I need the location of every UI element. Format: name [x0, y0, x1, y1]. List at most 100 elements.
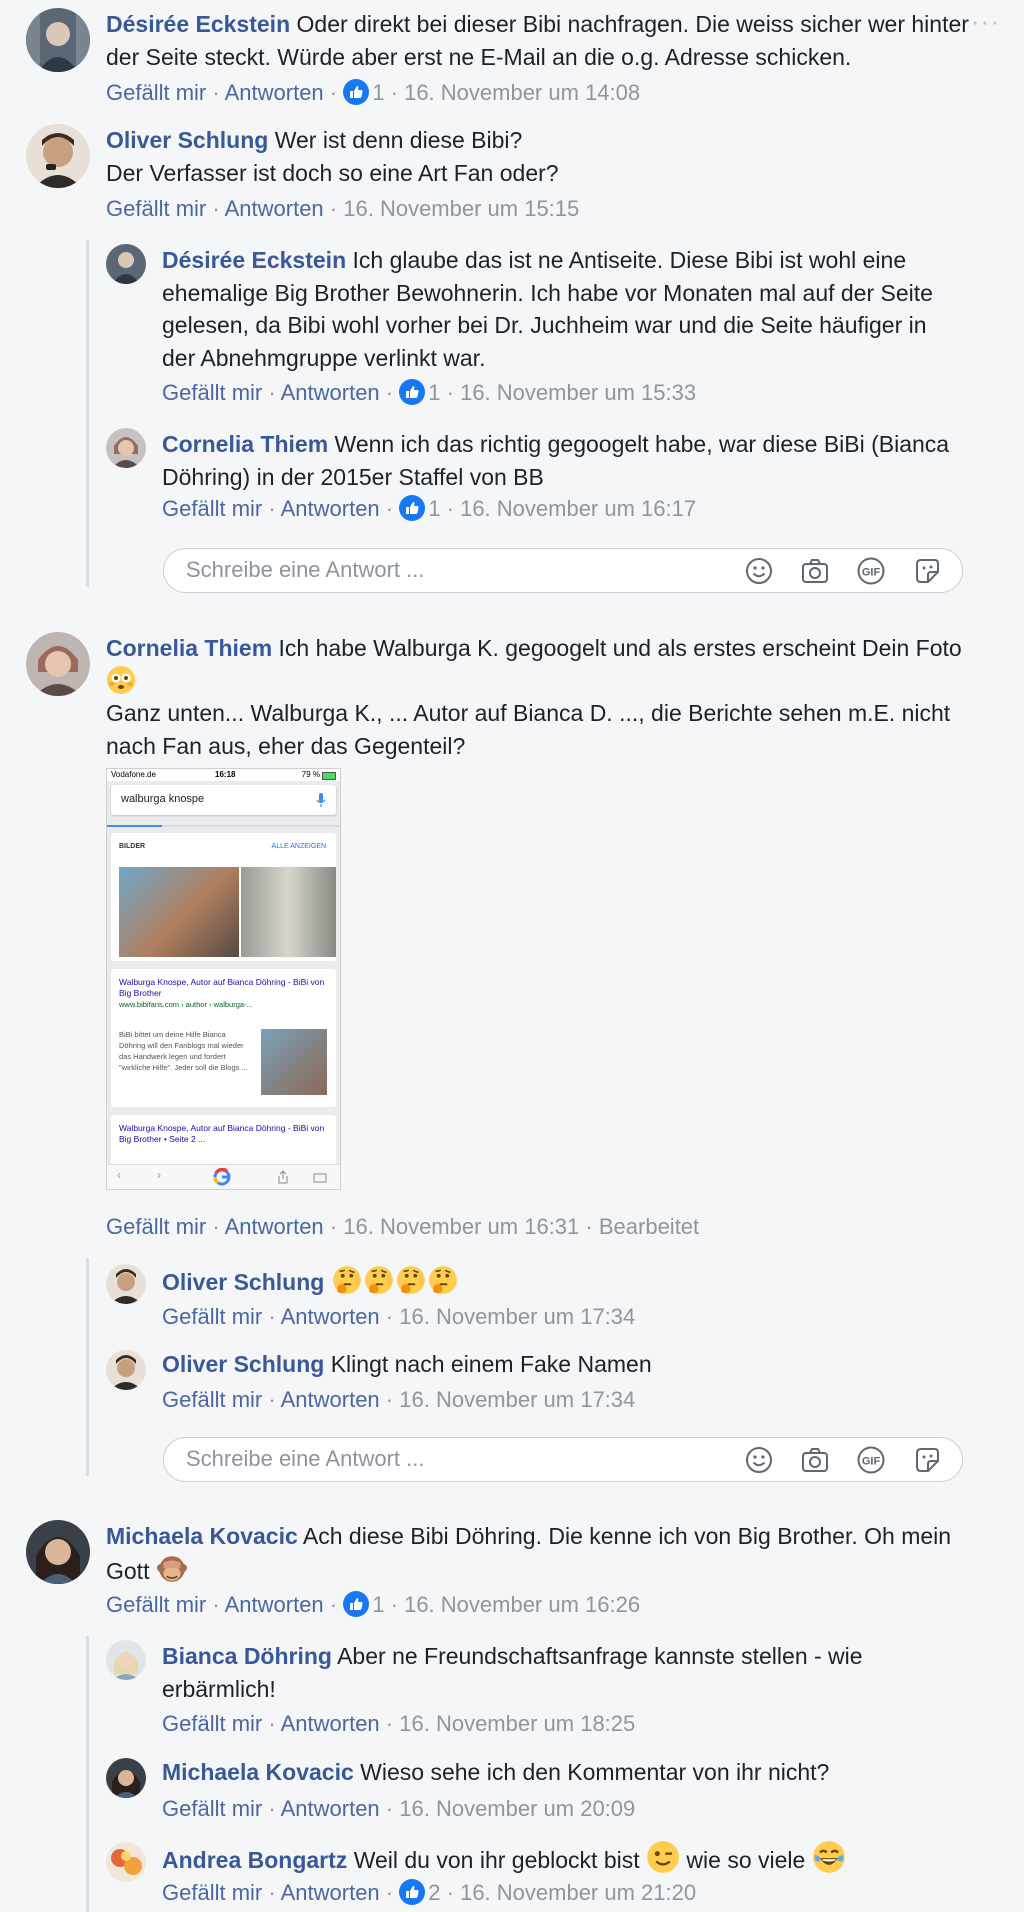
battery-icon — [322, 772, 336, 780]
comment-author[interactable]: Bianca Döhring — [162, 1643, 332, 1669]
reply-link[interactable]: Antworten — [281, 496, 380, 521]
comment-actions: Gefällt mir · Antworten · 16. November u… — [106, 196, 580, 221]
comment-body: Cornelia Thiem Wenn ich das richtig gego… — [162, 428, 962, 493]
show-all-link[interactable]: ALLE ANZEIGEN — [272, 843, 326, 850]
comment-author[interactable]: Andrea Bongartz — [162, 1847, 347, 1873]
comment-body: Oliver Schlung Klingt nach einem Fake Na… — [162, 1348, 962, 1381]
avatar[interactable] — [106, 244, 146, 284]
reply-link[interactable]: Antworten — [225, 1592, 324, 1617]
comment-text: Wieso sehe ich den Kommentar von ihr nic… — [360, 1759, 830, 1785]
reply-link[interactable]: Antworten — [281, 1711, 380, 1736]
like-link[interactable]: Gefällt mir — [106, 1214, 206, 1239]
comment-actions: Gefällt mir · Antworten · 2 · 16. Novemb… — [162, 1879, 697, 1905]
comment-author[interactable]: Oliver Schlung — [106, 127, 268, 153]
like-link[interactable]: Gefällt mir — [162, 1387, 262, 1412]
sticker-icon[interactable] — [912, 1445, 942, 1475]
avatar[interactable] — [106, 1640, 146, 1680]
thumbs-up-icon — [399, 379, 426, 405]
like-link[interactable]: Gefällt mir — [106, 80, 206, 105]
edited-label[interactable]: Bearbeitet — [599, 1214, 699, 1239]
comment-body: Bianca Döhring Aber ne Freundschaftsanfr… — [162, 1640, 962, 1705]
comment-actions: Gefällt mir · Antworten · 16. November u… — [162, 1304, 636, 1329]
like-link[interactable]: Gefällt mir — [162, 1711, 262, 1736]
timestamp[interactable]: 16. November um 16:31 — [343, 1214, 579, 1239]
comment-body: Oliver Schlung — [162, 1264, 962, 1299]
reply-link[interactable]: Antworten — [281, 380, 380, 405]
comment-author[interactable]: Michaela Kovacic — [106, 1523, 298, 1549]
avatar[interactable] — [26, 124, 90, 188]
comment-author[interactable]: Désirée Eckstein — [106, 11, 290, 37]
like-link[interactable]: Gefällt mir — [162, 1304, 262, 1329]
timestamp[interactable]: 16. November um 15:15 — [343, 196, 579, 221]
sticker-icon[interactable] — [912, 556, 942, 586]
image-thumbnail[interactable] — [241, 867, 336, 957]
comment-author[interactable]: Michaela Kovacic — [162, 1759, 354, 1785]
comment-author[interactable]: Désirée Eckstein — [162, 247, 346, 273]
forward-arrow-icon[interactable]: › — [157, 1168, 161, 1182]
timestamp[interactable]: 16. November um 14:08 — [404, 80, 640, 105]
reply-link[interactable]: Antworten — [281, 1796, 380, 1821]
flushed-face-icon — [106, 665, 136, 695]
reply-link[interactable]: Antworten — [281, 1304, 380, 1329]
like-count[interactable]: 1 — [428, 496, 440, 521]
attached-image[interactable]: Vodafone.de 16:18 79 % walburga knospe B… — [106, 768, 341, 1190]
back-arrow-icon[interactable]: ‹ — [117, 1168, 121, 1182]
comment-body: Cornelia Thiem Ich habe Walburga K. gego… — [106, 632, 986, 762]
like-count[interactable]: 1 — [372, 80, 384, 105]
camera-icon[interactable] — [800, 1445, 830, 1475]
comment-author[interactable]: Oliver Schlung — [162, 1351, 324, 1377]
winking-face-icon — [646, 1840, 680, 1874]
search-query: walburga knospe — [121, 793, 205, 805]
emoji-icon[interactable] — [744, 556, 774, 586]
camera-icon[interactable] — [800, 556, 830, 586]
thread-line — [86, 1258, 89, 1476]
timestamp[interactable]: 16. November um 16:26 — [404, 1592, 640, 1617]
reply-input[interactable]: Schreibe eine Antwort ... — [163, 1437, 963, 1482]
avatar[interactable] — [26, 1520, 90, 1584]
reply-link[interactable]: Antworten — [225, 1214, 324, 1239]
reply-input[interactable]: Schreibe eine Antwort ... — [163, 548, 963, 593]
reply-link[interactable]: Antworten — [225, 196, 324, 221]
timestamp[interactable]: 16. November um 18:25 — [399, 1711, 635, 1736]
timestamp[interactable]: 16. November um 20:09 — [399, 1796, 635, 1821]
avatar[interactable] — [106, 1758, 146, 1798]
result-title[interactable]: Walburga Knospe, Autor auf Bianca Döhrin… — [119, 1123, 329, 1145]
comment-author[interactable]: Cornelia Thiem — [162, 431, 328, 457]
comment-author[interactable]: Cornelia Thiem — [106, 635, 272, 661]
avatar[interactable] — [106, 428, 146, 468]
result-title[interactable]: Walburga Knospe, Autor auf Bianca Döhrin… — [119, 977, 329, 999]
like-link[interactable]: Gefällt mir — [106, 1592, 206, 1617]
gif-icon[interactable] — [856, 556, 886, 586]
avatar[interactable] — [26, 632, 90, 696]
avatar[interactable] — [26, 8, 90, 72]
like-link[interactable]: Gefällt mir — [162, 380, 262, 405]
images-label: BILDER — [119, 843, 146, 850]
share-icon[interactable] — [277, 1170, 289, 1184]
reply-link[interactable]: Antworten — [281, 1387, 380, 1412]
like-count[interactable]: 2 — [428, 1880, 440, 1905]
reply-link[interactable]: Antworten — [281, 1880, 380, 1905]
reply-link[interactable]: Antworten — [225, 80, 324, 105]
avatar[interactable] — [106, 1842, 146, 1882]
timestamp[interactable]: 16. November um 16:17 — [460, 496, 696, 521]
comment-text: Der Verfasser ist doch so eine Art Fan o… — [106, 159, 559, 186]
avatar[interactable] — [106, 1350, 146, 1390]
avatar[interactable] — [106, 1264, 146, 1304]
like-link[interactable]: Gefällt mir — [162, 1880, 262, 1905]
comment-actions: Gefällt mir · Antworten · 16. November u… — [162, 1387, 636, 1412]
timestamp[interactable]: 16. November um 21:20 — [460, 1880, 696, 1905]
timestamp[interactable]: 16. November um 15:33 — [460, 380, 696, 405]
tabs-icon[interactable] — [313, 1171, 327, 1183]
comment-text: Klingt nach einem Fake Namen — [330, 1351, 652, 1377]
image-thumbnail[interactable] — [119, 867, 239, 957]
like-link[interactable]: Gefällt mir — [162, 496, 262, 521]
comment-author[interactable]: Oliver Schlung — [162, 1269, 324, 1295]
timestamp[interactable]: 16. November um 17:34 — [399, 1304, 635, 1329]
like-link[interactable]: Gefällt mir — [106, 196, 206, 221]
gif-icon[interactable] — [856, 1445, 886, 1475]
like-count[interactable]: 1 — [372, 1592, 384, 1617]
like-link[interactable]: Gefällt mir — [162, 1796, 262, 1821]
timestamp[interactable]: 16. November um 17:34 — [399, 1387, 635, 1412]
emoji-icon[interactable] — [744, 1445, 774, 1475]
like-count[interactable]: 1 — [428, 380, 440, 405]
